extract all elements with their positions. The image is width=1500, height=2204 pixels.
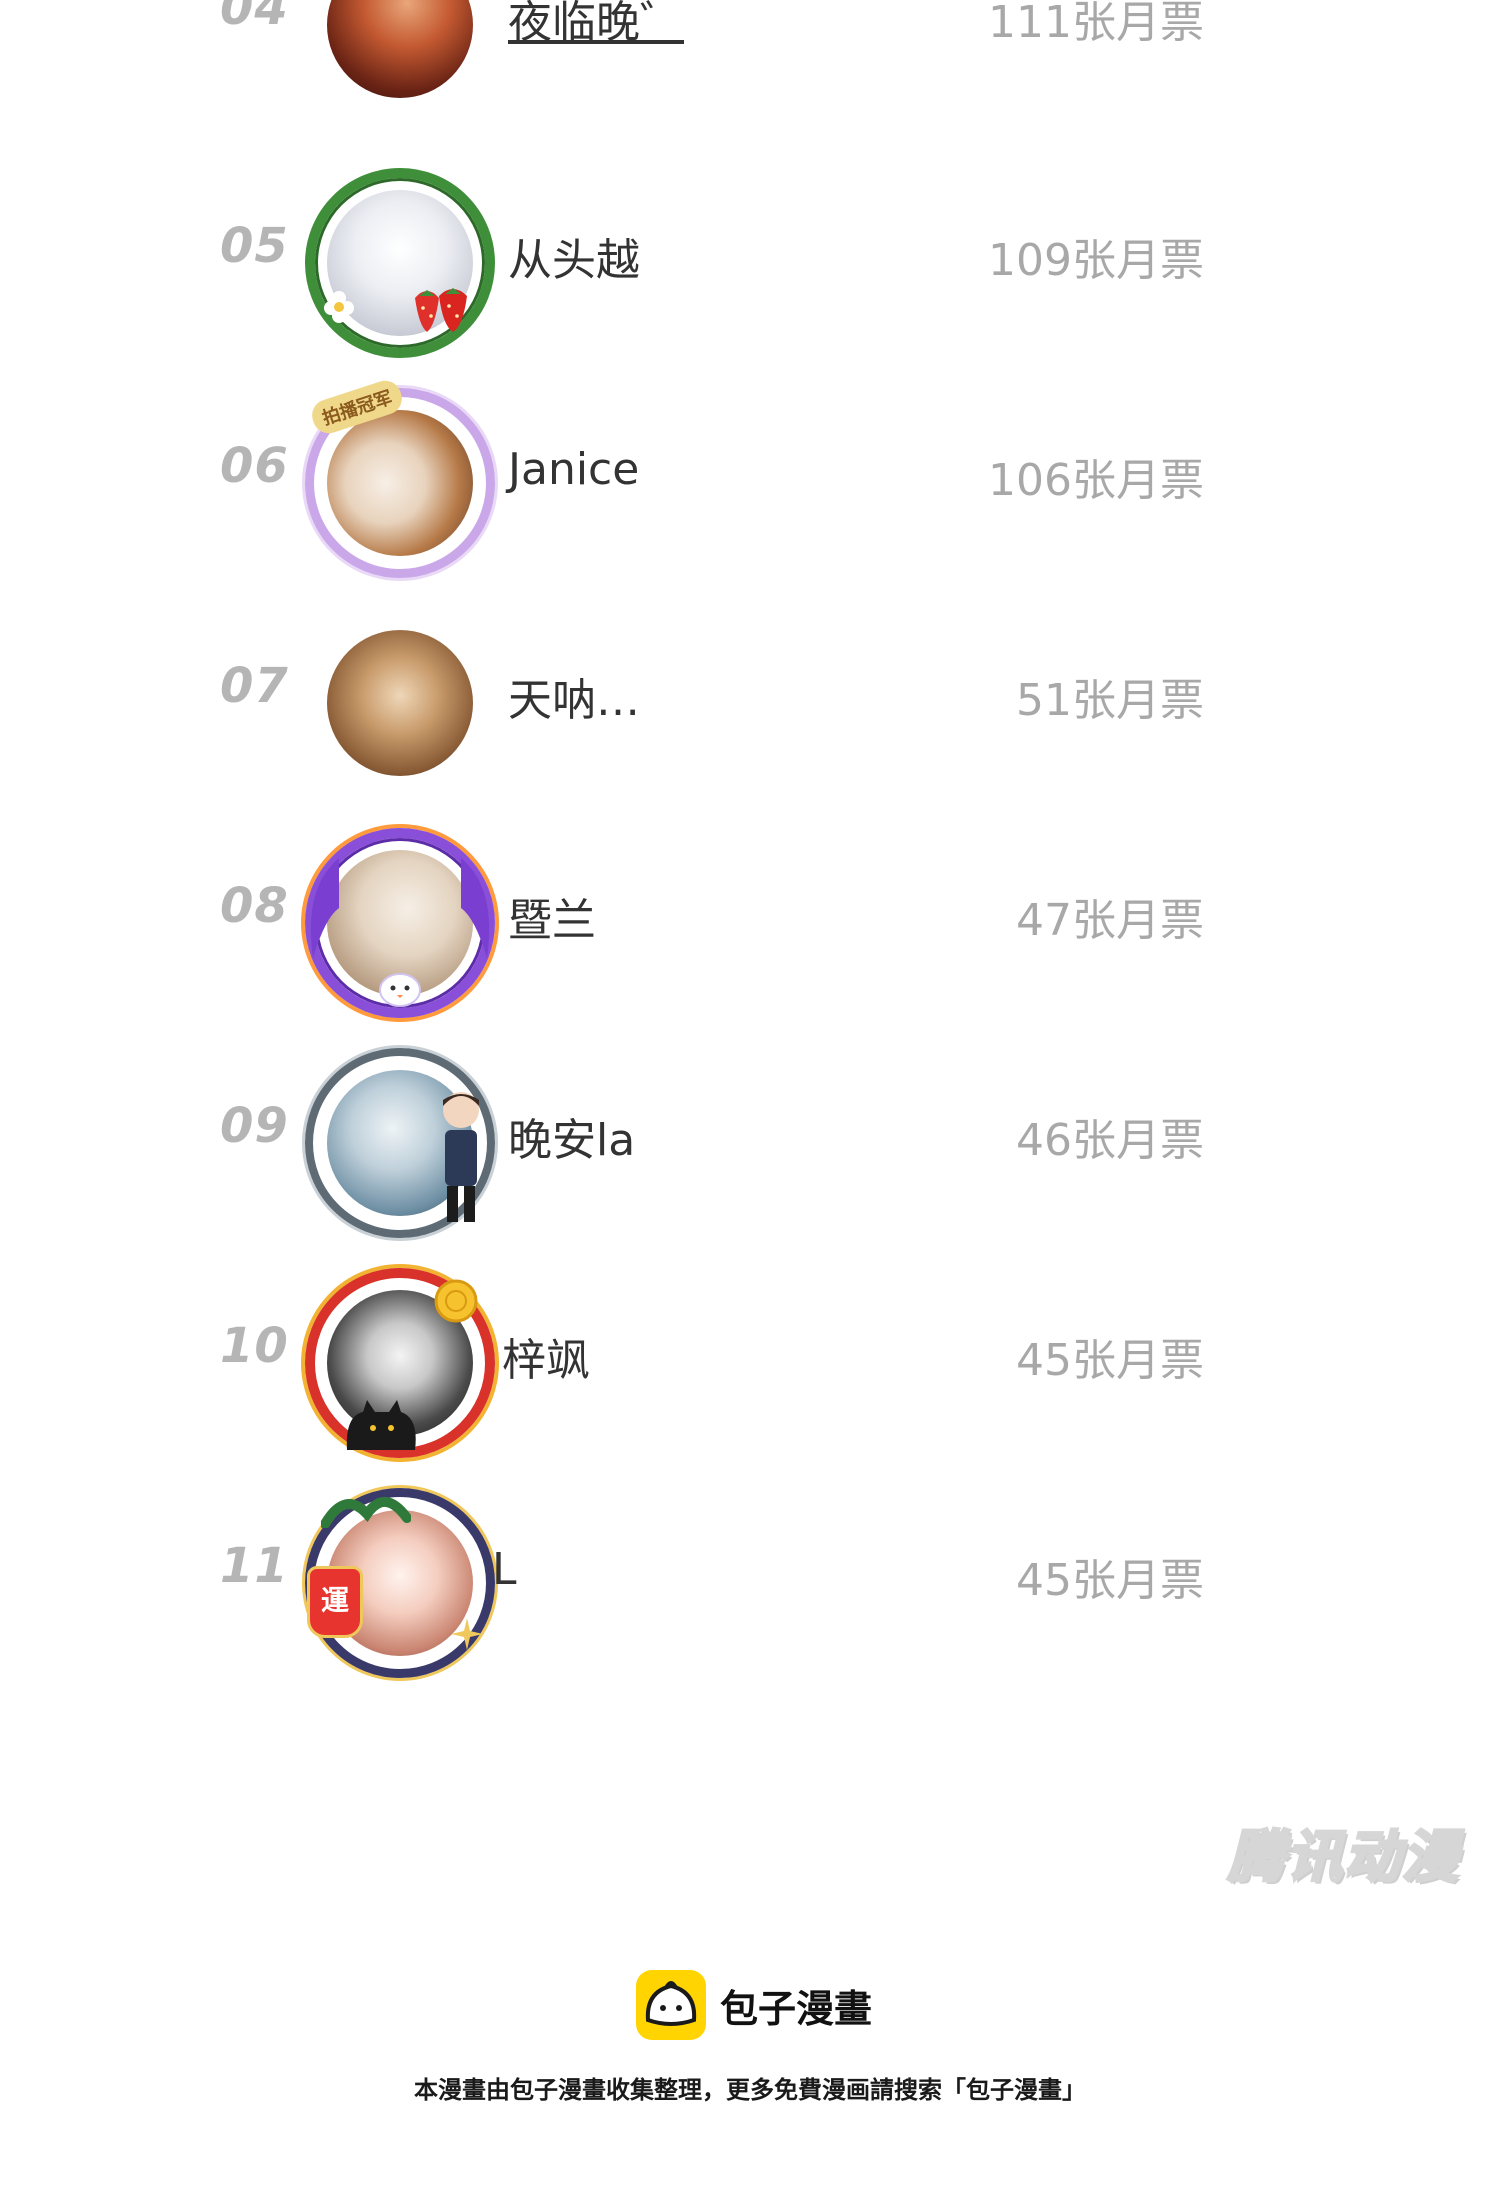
user-avatar[interactable] xyxy=(305,1048,495,1238)
vote-count: 106张月票 xyxy=(988,455,1204,506)
ranking-row[interactable]: 10 梓飒 45张月票 xyxy=(0,1238,1500,1458)
vote-count: 47张月票 xyxy=(1016,895,1204,946)
chibi-figure-icon xyxy=(443,1092,479,1222)
ghost-mascot-icon xyxy=(379,973,421,1007)
watermark-logo: 腾讯动漫 xyxy=(1227,1824,1460,1892)
pine-leaves-icon xyxy=(321,1497,411,1528)
user-avatar[interactable]: 拍播冠军 xyxy=(305,376,495,578)
vote-count: 109张月票 xyxy=(988,235,1204,286)
brand[interactable]: 包子漫畫 xyxy=(636,1970,872,2040)
strawberry-icon xyxy=(415,288,467,332)
user-avatar[interactable] xyxy=(305,608,495,798)
user-name[interactable]: 暨兰 xyxy=(508,884,596,948)
vote-count: 111张月票 xyxy=(988,0,1204,48)
bun-logo-icon xyxy=(636,1970,706,2040)
user-name[interactable]: Janice xyxy=(508,444,639,495)
user-avatar[interactable] xyxy=(305,0,495,120)
ranking-row[interactable]: 08 暨兰 47张月票 xyxy=(0,798,1500,1018)
gold-coin-icon xyxy=(434,1279,478,1323)
ranking-row[interactable]: 05 从头越 109张月票 xyxy=(0,138,1500,358)
user-name[interactable]: 天呐… xyxy=(508,664,640,728)
ranking-row[interactable]: 04 夜临晚゛ 111张月票 xyxy=(0,0,1500,120)
wing-right-icon xyxy=(461,858,490,958)
ranking-row[interactable]: 11 運 L 45张月票 xyxy=(0,1458,1500,1678)
vote-count: 46张月票 xyxy=(1016,1115,1204,1166)
user-name[interactable]: 梓飒 xyxy=(502,1324,590,1388)
brand-name: 包子漫畫 xyxy=(720,1986,873,2031)
fortune-pouch-badge: 運 xyxy=(307,1566,363,1638)
ranking-row[interactable]: 06 拍播冠军 Janice 106张月票 xyxy=(0,358,1500,578)
user-avatar[interactable] xyxy=(305,1268,495,1458)
avatar-image xyxy=(327,630,473,776)
user-name[interactable]: L xyxy=(492,1544,517,1595)
vote-count: 51张月票 xyxy=(1016,675,1204,726)
user-name[interactable]: 从头越 xyxy=(508,224,640,288)
user-avatar[interactable] xyxy=(305,828,495,1018)
avatar-image xyxy=(327,0,473,98)
user-name[interactable]: 夜临晚゛ xyxy=(508,0,684,50)
user-avatar[interactable]: 運 xyxy=(305,1488,495,1678)
user-name[interactable]: 晚安la xyxy=(508,1104,635,1168)
ranking-row[interactable]: 07 天呐… 51张月票 xyxy=(0,578,1500,798)
wing-left-icon xyxy=(310,858,339,958)
sparkle-icon xyxy=(451,1618,483,1650)
footer-notice: 本漫畫由包子漫畫收集整理，更多免費漫画請搜索「包子漫畫」 xyxy=(414,2076,1086,2104)
footer: 包子漫畫 本漫畫由包子漫畫收集整理，更多免費漫画請搜索「包子漫畫」 xyxy=(0,1960,1500,2204)
black-cat-icon xyxy=(346,1400,416,1450)
vote-count: 45张月票 xyxy=(1016,1555,1204,1606)
user-avatar[interactable] xyxy=(305,168,495,358)
ranking-row[interactable]: 09 晚安la 46张月票 xyxy=(0,1018,1500,1238)
vote-count: 45张月票 xyxy=(1016,1335,1204,1386)
flower-icon xyxy=(324,291,354,323)
